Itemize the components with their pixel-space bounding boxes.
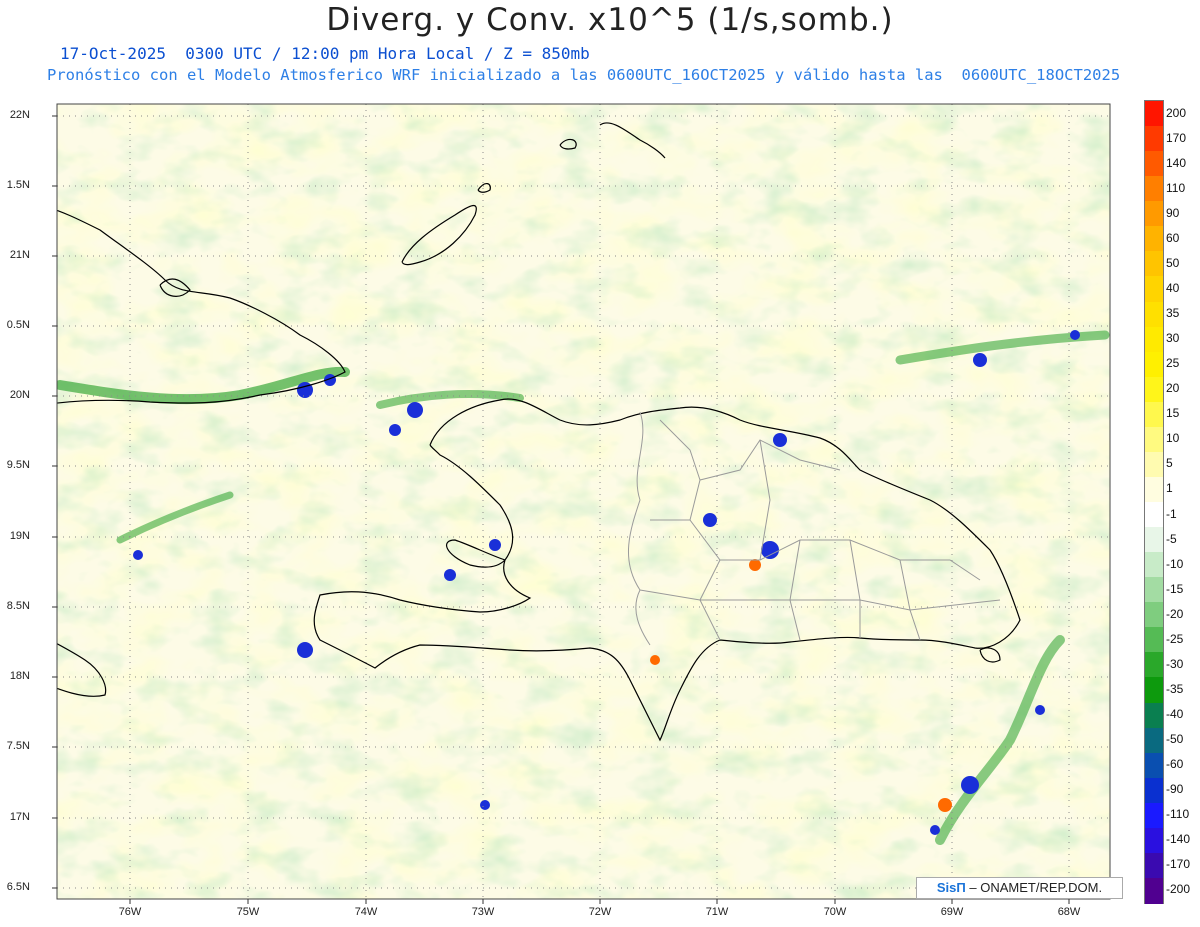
colorbar-swatch (1145, 552, 1163, 578)
colorbar-label: -20 (1166, 606, 1184, 621)
lat-label: 1.5N (6, 179, 30, 191)
colorbar-swatch (1145, 376, 1163, 403)
colorbar-label: -90 (1166, 782, 1184, 797)
model-info-subtitle: Pronóstico con el Modelo Atmosferico WRF… (47, 66, 1121, 84)
colorbar-swatch (1145, 652, 1163, 678)
lat-label: 9.5N (6, 459, 30, 471)
colorbar-label: 10 (1166, 431, 1180, 446)
colorbar-swatch (1145, 727, 1163, 754)
colorbar-label: 25 (1166, 356, 1180, 371)
colorbar-swatch (1145, 176, 1163, 202)
colorbar-swatch (1145, 426, 1163, 453)
lon-label: 73W (471, 906, 495, 918)
lat-label: 22N (9, 109, 30, 121)
colorbar-label: 170 (1166, 130, 1187, 145)
lat-label: 18N (9, 670, 30, 682)
colorbar-swatch (1145, 326, 1163, 353)
lon-label: 69W (940, 906, 964, 918)
lat-label: 17N (9, 811, 30, 823)
lon-label: 70W (823, 906, 847, 918)
colorbar-label: 15 (1166, 406, 1180, 421)
colorbar-label: -35 (1166, 681, 1184, 696)
colorbar-label: 50 (1166, 255, 1180, 270)
colorbar-label: 200 (1166, 105, 1187, 120)
lat-label: 21N (9, 249, 30, 261)
colorbar-label: -140 (1166, 832, 1191, 847)
lon-label: 75W (236, 906, 260, 918)
colorbar-label: -30 (1166, 656, 1184, 671)
lat-label: 7.5N (6, 740, 30, 752)
colorbar-swatch (1145, 251, 1163, 277)
colorbar-swatch (1145, 752, 1163, 779)
colorbar-swatch (1145, 827, 1163, 854)
colorbar-swatch (1145, 627, 1163, 653)
colorbar-swatch (1145, 502, 1163, 528)
map-title: Diverg. y Conv. x10^5 (1/s,somb.) (326, 2, 894, 38)
colorbar-label: 20 (1166, 381, 1180, 396)
colorbar-legend (1144, 100, 1164, 904)
colorbar-label: 1 (1166, 481, 1173, 496)
sispi-logo: SisΠ (936, 880, 966, 895)
colorbar-swatch (1145, 677, 1163, 703)
lon-label: 72W (588, 906, 612, 918)
colorbar-label: -40 (1166, 707, 1184, 722)
lat-label: 8.5N (6, 600, 30, 612)
colorbar-label: -60 (1166, 757, 1184, 772)
colorbar-swatch (1145, 527, 1163, 553)
divergence-map (52, 103, 1111, 904)
colorbar-swatch (1145, 476, 1163, 503)
colorbar-swatch (1145, 451, 1163, 478)
colorbar-swatch (1145, 126, 1163, 152)
colorbar-label: -200 (1166, 882, 1191, 897)
lon-label: 68W (1057, 906, 1081, 918)
lat-label: 20N (9, 389, 30, 401)
colorbar-label: -110 (1166, 807, 1190, 822)
colorbar-swatch (1145, 702, 1163, 729)
credit-text: – ONAMET/REP.DOM. (965, 880, 1103, 895)
lat-label: 0.5N (6, 319, 30, 331)
colorbar-swatch (1145, 401, 1163, 428)
colorbar-label: 5 (1166, 456, 1173, 471)
colorbar-swatch (1145, 201, 1163, 227)
colorbar-label: 40 (1166, 280, 1180, 295)
colorbar-swatch (1145, 777, 1163, 804)
lat-label: 6.5N (6, 881, 30, 893)
colorbar-swatch (1145, 577, 1163, 603)
colorbar-label: 140 (1166, 155, 1187, 170)
colorbar-swatch (1145, 877, 1163, 904)
colorbar-swatch (1145, 301, 1163, 328)
colorbar-label: 30 (1166, 331, 1180, 346)
colorbar-label: -10 (1166, 556, 1184, 571)
colorbar-swatch (1145, 276, 1163, 302)
colorbar-label: -15 (1166, 581, 1184, 596)
colorbar-swatch (1145, 351, 1163, 378)
lon-label: 74W (354, 906, 378, 918)
colorbar-label: -25 (1166, 631, 1184, 646)
colorbar-label: -1 (1166, 506, 1177, 521)
colorbar-label: 110 (1166, 180, 1186, 195)
valid-time-subtitle: 17-Oct-2025 0300 UTC / 12:00 pm Hora Loc… (60, 44, 590, 63)
colorbar-label: -5 (1166, 531, 1177, 546)
colorbar-swatch (1145, 151, 1163, 177)
colorbar-swatch (1145, 226, 1163, 252)
colorbar-swatch (1145, 101, 1163, 127)
colorbar-label: 35 (1166, 306, 1180, 321)
colorbar-swatch (1145, 602, 1163, 628)
credit-box: SisΠ – ONAMET/REP.DOM. (916, 877, 1123, 899)
colorbar-swatch (1145, 852, 1163, 879)
colorbar-label: -50 (1166, 732, 1184, 747)
colorbar-swatch (1145, 802, 1163, 829)
colorbar-label: 60 (1166, 230, 1180, 245)
colorbar-label: 90 (1166, 205, 1180, 220)
colorbar-label: -170 (1166, 857, 1191, 872)
lon-label: 71W (705, 906, 729, 918)
lat-label: 19N (9, 530, 30, 542)
lon-label: 76W (118, 906, 142, 918)
